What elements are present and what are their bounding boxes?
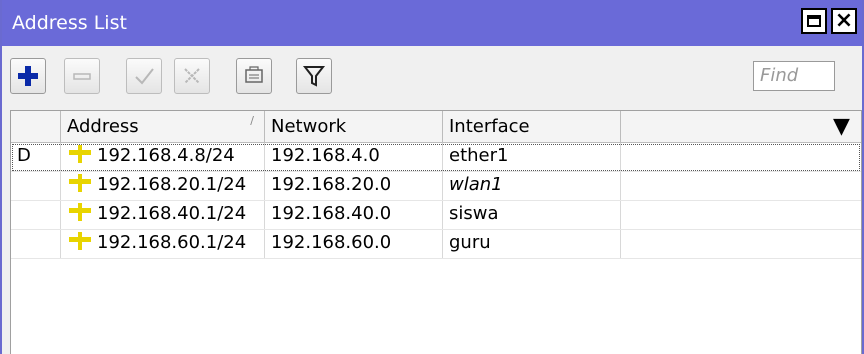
- address-cell: 192.168.4.8/24: [61, 143, 265, 171]
- flag-cell: [11, 172, 61, 200]
- address-list-window: Address List × Find Address ∕ Network In…: [0, 0, 864, 354]
- table-row[interactable]: 192.168.40.1/24 192.168.40.0 siswa: [11, 201, 861, 230]
- column-header-network[interactable]: Network: [265, 111, 443, 142]
- remove-button[interactable]: [64, 58, 100, 94]
- address-icon: [69, 232, 91, 250]
- address-icon: [69, 174, 91, 192]
- empty-cell: [621, 143, 861, 171]
- table-row[interactable]: 192.168.20.1/24 192.168.20.0 wlan1: [11, 172, 861, 201]
- empty-cell: [621, 230, 861, 258]
- address-table: Address ∕ Network Interface ▼ D 192.168.…: [10, 110, 862, 354]
- interface-cell: siswa: [443, 201, 621, 229]
- close-button[interactable]: ×: [831, 8, 857, 34]
- plus-icon: [18, 66, 38, 86]
- column-header-flag[interactable]: [11, 111, 61, 142]
- find-input[interactable]: Find: [753, 61, 835, 91]
- network-cell: 192.168.60.0: [265, 230, 443, 258]
- address-cell: 192.168.60.1/24: [61, 230, 265, 258]
- address-cell: 192.168.20.1/24: [61, 172, 265, 200]
- maximize-icon: [807, 15, 821, 27]
- column-menu-icon[interactable]: ▼: [833, 114, 850, 139]
- column-header-label: Address: [67, 116, 139, 137]
- disable-button[interactable]: [174, 58, 210, 94]
- flag-cell: [11, 201, 61, 229]
- close-icon: ×: [834, 8, 854, 33]
- table-row[interactable]: D 192.168.4.8/24 192.168.4.0 ether1: [11, 143, 861, 172]
- check-icon: [135, 68, 154, 85]
- column-header-interface[interactable]: Interface: [443, 111, 621, 142]
- column-header-address[interactable]: Address ∕: [61, 111, 265, 142]
- network-cell: 192.168.40.0: [265, 201, 443, 229]
- comment-button[interactable]: [236, 58, 272, 94]
- flag-cell: [11, 230, 61, 258]
- interface-cell: ether1: [443, 143, 621, 171]
- sort-icon: ∕: [250, 114, 254, 127]
- address-value: 192.168.40.1/24: [97, 203, 247, 224]
- address-icon: [69, 203, 91, 221]
- window-title: Address List: [12, 12, 127, 34]
- comment-icon: [245, 66, 263, 83]
- minus-icon: [73, 73, 91, 80]
- network-cell: 192.168.20.0: [265, 172, 443, 200]
- interface-cell: guru: [443, 230, 621, 258]
- cross-icon: [184, 68, 200, 84]
- empty-cell: [621, 201, 861, 229]
- toolbar: Find: [2, 46, 862, 108]
- address-cell: 192.168.40.1/24: [61, 201, 265, 229]
- address-value: 192.168.60.1/24: [97, 232, 247, 253]
- table-header: Address ∕ Network Interface ▼: [11, 111, 861, 143]
- add-button[interactable]: [10, 58, 46, 94]
- empty-cell: [621, 172, 861, 200]
- title-bar[interactable]: Address List ×: [2, 0, 862, 46]
- address-icon: [69, 145, 91, 163]
- filter-icon: [302, 66, 326, 87]
- column-header-empty[interactable]: [621, 111, 861, 142]
- column-header-label: Interface: [449, 116, 530, 137]
- maximize-button[interactable]: [801, 8, 827, 34]
- enable-button[interactable]: [126, 58, 162, 94]
- table-row[interactable]: 192.168.60.1/24 192.168.60.0 guru: [11, 230, 861, 259]
- column-header-label: Network: [271, 116, 347, 137]
- network-cell: 192.168.4.0: [265, 143, 443, 171]
- address-value: 192.168.4.8/24: [97, 145, 235, 166]
- flag-cell: D: [11, 143, 61, 171]
- address-value: 192.168.20.1/24: [97, 174, 247, 195]
- interface-cell: wlan1: [443, 172, 621, 200]
- filter-button[interactable]: [296, 58, 332, 94]
